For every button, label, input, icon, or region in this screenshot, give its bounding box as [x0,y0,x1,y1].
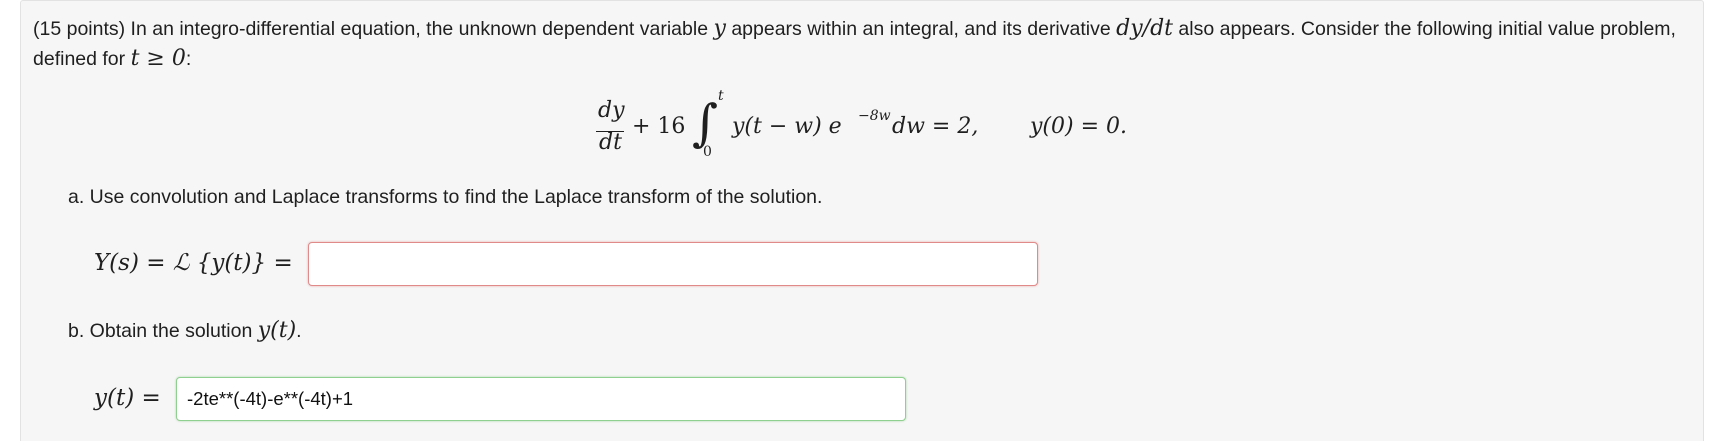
part-b-answer-input[interactable] [176,377,906,421]
part-a-lhs: Y(s) = ℒ {y(t)} = [94,250,293,276]
part-a-answer-input[interactable] [308,242,1038,286]
part-b-label-var: y(t) [257,318,297,343]
integro-differential-equation: dy dt + 16 ∫ t 0 y(t − w) e −8w dw = 2, … [590,88,1190,162]
integral-lower-limit: 0 [703,144,712,160]
intro-condition: t ≥ 0 [130,46,186,71]
intro-derivative: dy/dt [1116,16,1173,41]
integrand: y(t − w) e [732,114,842,139]
part-b-label-prefix: b. Obtain the solution [68,320,258,342]
initial-condition: y(0) = 0. [1030,114,1128,139]
points-label: (15 points) [33,18,126,40]
exponent: −8w [858,108,891,124]
intro-var-y: y [713,16,726,41]
integral-upper-limit: t [718,88,724,104]
intro-text-1: In an integro-differential equation, the… [125,18,714,40]
coefficient: + 16 [632,114,686,139]
intro-text-2: appears within an integral, and its deri… [725,18,1117,40]
fraction-denominator: dt [599,130,622,155]
problem-statement: (15 points) In an integro-differential e… [33,14,1693,74]
part-b-label-suffix: . [296,320,302,342]
differential: dw = 2, [892,114,979,139]
part-b-label: b. Obtain the solution y(t). [68,318,302,343]
part-a-label: a. Use convolution and Laplace transform… [68,186,823,208]
fraction-numerator: dy [598,98,625,123]
integral-sign: ∫ [692,94,719,152]
intro-end: : [185,48,192,70]
part-b-lhs: y(t) = [94,385,161,411]
